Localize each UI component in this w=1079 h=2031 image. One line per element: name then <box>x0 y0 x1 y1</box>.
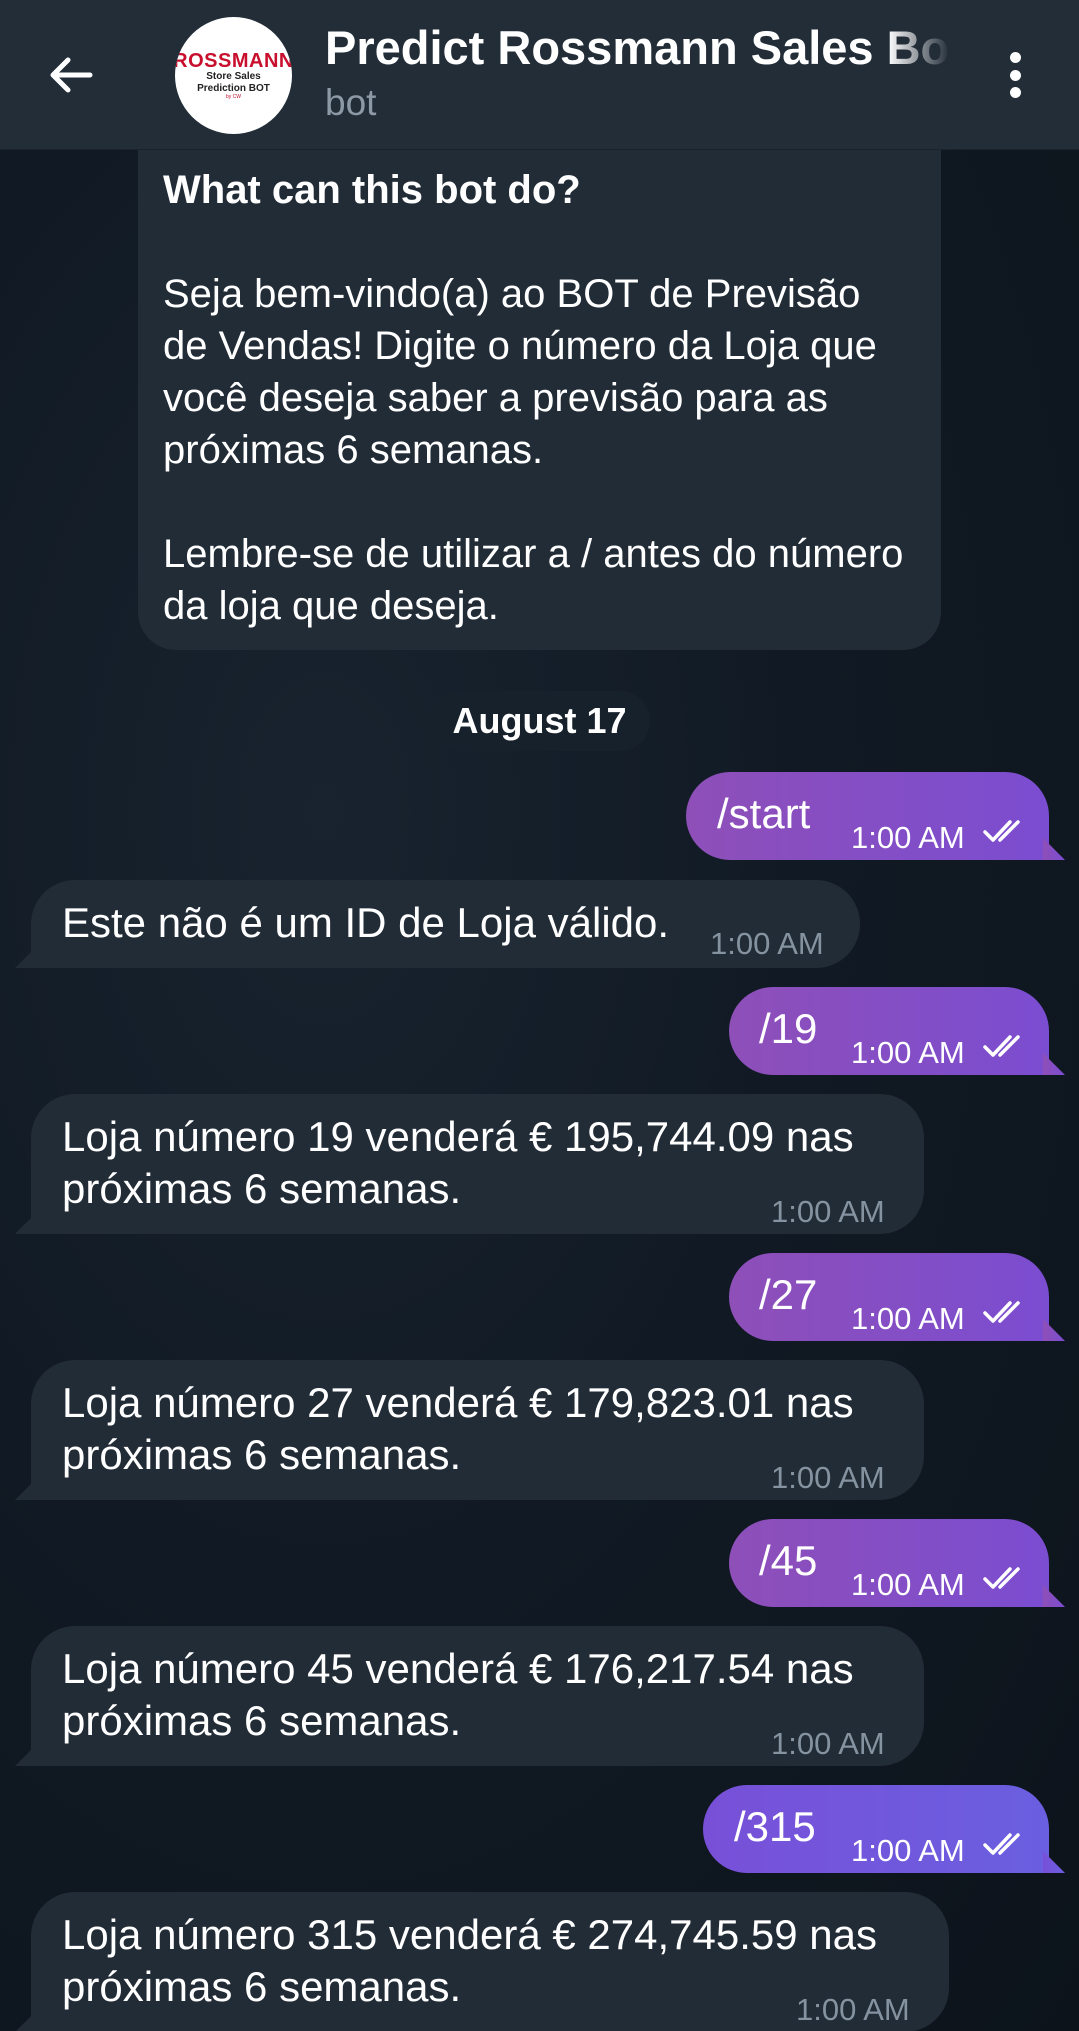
message-time: 1:00 AM <box>851 1035 965 1070</box>
date-separator: August 17 <box>429 691 650 751</box>
avatar-line-3: by CW <box>226 94 241 100</box>
message-text-line-2: próximas 6 semanas. <box>62 1963 462 2010</box>
incoming-message[interactable]: Loja número 27 venderá € 179,823.01 nas … <box>31 1360 924 1500</box>
double-check-icon <box>983 1567 1020 1589</box>
message-time: 1:00 AM <box>851 1301 965 1336</box>
outgoing-message[interactable]: /27 1:00 AM <box>729 1253 1049 1341</box>
bot-info-paragraph-2: Lembre-se de utilizar a / antes do númer… <box>163 532 904 628</box>
message-text: /45 <box>759 1537 818 1584</box>
bot-info-paragraph-1: Seja bem-vindo(a) ao BOT de Previsão de … <box>163 272 877 472</box>
incoming-message[interactable]: Loja número 45 venderá € 176,217.54 nas … <box>31 1626 924 1766</box>
message-text: /19 <box>759 1005 818 1052</box>
message-time: 1:00 AM <box>771 1460 885 1495</box>
outgoing-message[interactable]: /19 1:00 AM <box>729 987 1049 1075</box>
message-text: /315 <box>734 1803 816 1850</box>
message-time: 1:00 AM <box>771 1194 885 1229</box>
message-time: 1:00 AM <box>796 1992 910 2027</box>
double-check-icon <box>983 1833 1020 1855</box>
double-check-icon <box>983 1301 1020 1323</box>
incoming-message[interactable]: Este não é um ID de Loja válido. 1:00 AM <box>31 880 860 968</box>
message-text-line-1: Loja número 45 venderá € 176,217.54 nas <box>62 1645 854 1692</box>
incoming-message[interactable]: Loja número 315 venderá € 274,745.59 nas… <box>31 1892 949 2031</box>
bot-info-card: What can this bot do? Seja bem-vindo(a) … <box>138 148 941 650</box>
message-time: 1:00 AM <box>851 1567 965 1602</box>
more-menu-button[interactable] <box>1000 45 1030 105</box>
message-time: 1:00 AM <box>851 820 965 855</box>
bot-info-heading: What can this bot do? <box>163 168 581 212</box>
avatar-line-1: Store Sales <box>206 71 261 82</box>
outgoing-message[interactable]: /315 1:00 AM <box>703 1785 1049 1873</box>
bot-avatar[interactable]: ROSSMANN Store Sales Prediction BOT by C… <box>175 17 292 134</box>
message-text-line-2: próximas 6 semanas. <box>62 1165 462 1212</box>
message-text-line-1: Loja número 27 venderá € 179,823.01 nas <box>62 1379 854 1426</box>
message-time: 1:00 AM <box>710 926 824 961</box>
message-text-line-1: Loja número 19 venderá € 195,744.09 nas <box>62 1113 854 1160</box>
chat-subtitle: bot <box>325 82 377 123</box>
incoming-message[interactable]: Loja número 19 venderá € 195,744.09 nas … <box>31 1094 924 1234</box>
double-check-icon <box>983 1035 1020 1057</box>
message-text-line-1: Loja número 315 venderá € 274,745.59 nas <box>62 1911 877 1958</box>
outgoing-message[interactable]: /start 1:00 AM <box>686 772 1049 860</box>
message-text: /start <box>717 790 811 837</box>
back-button[interactable] <box>40 44 102 106</box>
message-text-line-2: próximas 6 semanas. <box>62 1431 462 1478</box>
message-text: /27 <box>759 1271 818 1318</box>
more-vertical-icon <box>1009 52 1021 63</box>
chat-header: ROSSMANN Store Sales Prediction BOT by C… <box>0 0 1079 150</box>
message-text-line-2: próximas 6 semanas. <box>62 1697 462 1744</box>
chat-screen: ROSSMANN Store Sales Prediction BOT by C… <box>0 0 1079 2031</box>
outgoing-message[interactable]: /45 1:00 AM <box>729 1519 1049 1607</box>
arrow-left-icon <box>50 57 93 93</box>
avatar-brand: ROSSMANN <box>175 50 292 72</box>
message-text: Este não é um ID de Loja válido. <box>62 899 670 946</box>
double-check-icon <box>983 820 1020 842</box>
chat-title[interactable]: Predict Rossmann Sales Bot <box>325 20 950 80</box>
avatar-line-2: Prediction BOT <box>197 82 270 94</box>
message-time: 1:00 AM <box>771 1726 885 1761</box>
message-time: 1:00 AM <box>851 1833 965 1868</box>
